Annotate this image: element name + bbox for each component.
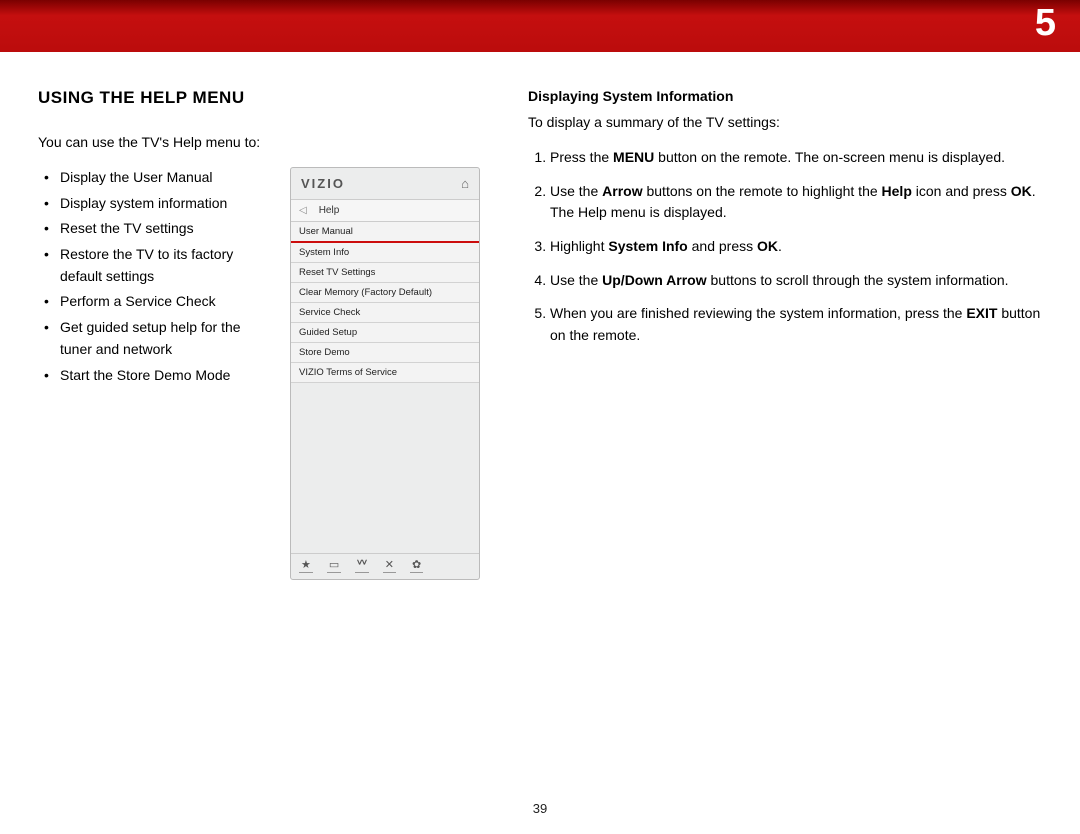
step-item: Use the Up/Down Arrow buttons to scroll … xyxy=(550,270,1042,292)
chapter-number: 5 xyxy=(1035,2,1056,45)
tv-menu-title: Help xyxy=(319,205,340,216)
tv-menu-item: VIZIO Terms of Service xyxy=(291,363,479,383)
back-icon: ◁ xyxy=(299,205,307,216)
tv-menu-item: Reset TV Settings xyxy=(291,263,479,283)
home-icon: ⌂ xyxy=(461,176,469,191)
gear-icon: ✿ xyxy=(410,560,423,573)
intro-text: You can use the TV's Help menu to: xyxy=(38,132,498,153)
subsection-title: Displaying System Information xyxy=(528,88,1042,104)
bullet-item: Perform a Service Check xyxy=(38,291,268,313)
tv-menu-mock: VIZIO ⌂ ◁ Help User Manual System Info R… xyxy=(290,167,480,580)
steps-list: Press the MENU button on the remote. The… xyxy=(528,147,1042,347)
tv-menu-footer: ★ ▭ ⱽⱽ ✕ ✿ xyxy=(291,553,479,579)
step-item: Highlight System Info and press OK. xyxy=(550,236,1042,258)
chapter-banner: 5 xyxy=(0,0,1080,52)
checkmark-v-icon: ⱽⱽ xyxy=(355,560,368,573)
tv-menu-item: Service Check xyxy=(291,303,479,323)
bullet-item: Display the User Manual xyxy=(38,167,268,189)
step-item: When you are finished reviewing the syst… xyxy=(550,303,1042,346)
bullet-item: Reset the TV settings xyxy=(38,218,268,240)
bullet-item: Get guided setup help for the tuner and … xyxy=(38,317,268,360)
tv-menu-item: Guided Setup xyxy=(291,323,479,343)
bullet-item: Display system information xyxy=(38,193,268,215)
step-item: Use the Arrow buttons on the remote to h… xyxy=(550,181,1042,224)
bullet-item: Restore the TV to its factory default se… xyxy=(38,244,268,287)
subsection-intro: To display a summary of the TV settings: xyxy=(528,112,1042,133)
tv-logo: VIZIO xyxy=(301,176,345,191)
tv-menu-item: User Manual xyxy=(291,222,479,243)
tv-menu-blank xyxy=(291,383,479,553)
bullet-item: Start the Store Demo Mode xyxy=(38,365,268,387)
star-icon: ★ xyxy=(299,560,313,573)
tv-menu-item: Store Demo xyxy=(291,343,479,363)
tv-menu-item: System Info xyxy=(291,243,479,263)
close-icon: ✕ xyxy=(383,560,396,573)
rectangle-icon: ▭ xyxy=(327,560,341,573)
step-item: Press the MENU button on the remote. The… xyxy=(550,147,1042,169)
help-bullet-list: Display the User Manual Display system i… xyxy=(38,167,268,390)
tv-menu-title-row: ◁ Help xyxy=(291,199,479,222)
page-number: 39 xyxy=(0,801,1080,816)
tv-menu-item: Clear Memory (Factory Default) xyxy=(291,283,479,303)
section-title: Using the Help Menu xyxy=(38,88,498,108)
